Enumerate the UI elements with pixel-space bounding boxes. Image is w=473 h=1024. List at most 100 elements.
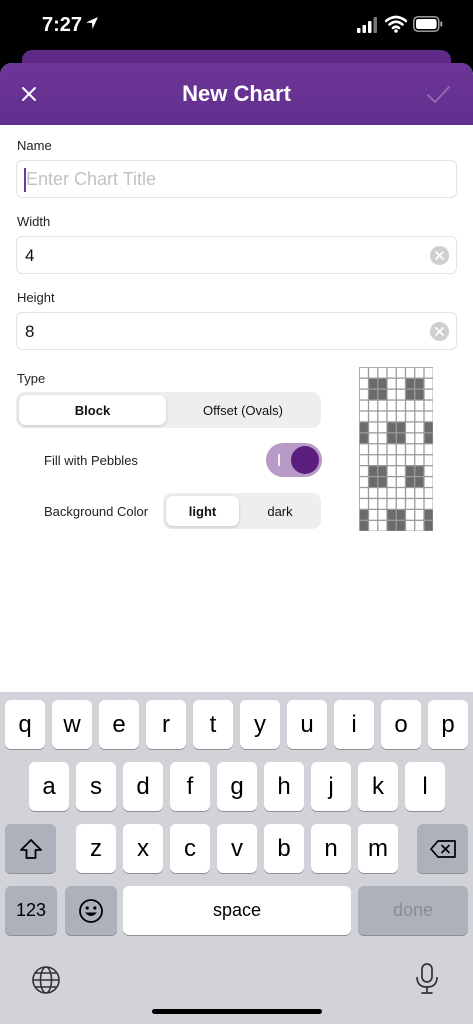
space-key[interactable]: space [123,886,351,935]
preview-cell [386,410,397,423]
preview-cell [377,454,388,466]
key-s[interactable]: s [76,762,116,811]
preview-cell [423,509,433,521]
preview-cell [377,520,388,531]
key-x[interactable]: x [123,824,163,873]
navigation-bar: New Chart [0,63,473,125]
key-a[interactable]: a [29,762,69,811]
key-p[interactable]: p [428,700,468,749]
key-r[interactable]: r [146,700,186,749]
preview-cell [368,487,378,499]
battery-icon [413,16,443,32]
preview-cell [423,487,433,499]
preview-cell [377,410,388,423]
preview-cell [359,399,369,412]
key-k[interactable]: k [358,762,398,811]
key-v[interactable]: v [217,824,257,873]
clear-width-icon[interactable] [430,246,449,265]
preview-cell [405,432,415,444]
height-input[interactable]: 8 [16,312,457,350]
preview-cell [396,388,406,401]
preview-cell [423,520,433,531]
preview-cell [414,509,425,521]
done-key[interactable]: done [358,886,468,935]
key-e[interactable]: e [99,700,139,749]
preview-cell [377,476,388,488]
clear-height-icon[interactable] [430,322,449,341]
preview-cell [386,498,397,510]
key-m[interactable]: m [358,824,398,873]
preview-cell [423,498,433,510]
preview-cell [414,432,425,444]
preview-cell [396,399,406,412]
preview-cell [377,498,388,510]
bg-option-light[interactable]: light [166,496,239,526]
preview-cell [405,487,415,499]
key-j[interactable]: j [311,762,351,811]
preview-cell [414,465,425,477]
preview-cell [386,509,397,521]
name-input[interactable]: Enter Chart Title [16,160,457,198]
preview-cell [396,520,406,531]
key-g[interactable]: g [217,762,257,811]
preview-cell [405,454,415,466]
key-l[interactable]: l [405,762,445,811]
preview-cell [368,454,378,466]
key-d[interactable]: d [123,762,163,811]
preview-cell [368,520,378,531]
type-label: Type [17,371,46,386]
preview-cell [423,443,433,455]
preview-cell [359,520,369,531]
type-option-block[interactable]: Block [19,395,166,425]
microphone-icon[interactable] [413,962,441,996]
backspace-key[interactable] [417,824,468,873]
key-z[interactable]: z [76,824,116,873]
key-y[interactable]: y [240,700,280,749]
page-title: New Chart [182,81,291,106]
type-option-offset[interactable]: Offset (Ovals) [168,395,318,425]
emoji-key[interactable] [65,886,117,935]
key-f[interactable]: f [170,762,210,811]
preview-cell [396,465,406,477]
key-b[interactable]: b [264,824,304,873]
checkmark-icon[interactable] [424,79,452,109]
key-n[interactable]: n [311,824,351,873]
preview-cell [359,454,369,466]
key-i[interactable]: i [334,700,374,749]
preview-cell [377,487,388,499]
bg-option-dark[interactable]: dark [242,496,318,526]
preview-cell [377,421,388,433]
key-q[interactable]: q [5,700,45,749]
preview-cell [368,378,378,390]
cellular-signal-icon [357,17,377,33]
preview-cell [386,465,397,477]
numbers-key[interactable]: 123 [5,886,57,935]
key-h[interactable]: h [264,762,304,811]
backspace-icon [429,839,456,858]
preview-cell [396,367,406,379]
key-t[interactable]: t [193,700,233,749]
preview-cell [423,410,433,423]
fill-pebbles-toggle[interactable] [266,443,322,477]
shift-icon [19,838,42,859]
width-input[interactable]: 4 [16,236,457,274]
preview-cell [368,410,378,423]
key-u[interactable]: u [287,700,327,749]
key-o[interactable]: o [381,700,421,749]
preview-cell [359,388,369,401]
preview-cell [386,454,397,466]
preview-cell [359,432,369,444]
name-placeholder: Enter Chart Title [26,169,157,189]
shift-key[interactable] [5,824,56,873]
key-c[interactable]: c [170,824,210,873]
chart-preview-grid [359,367,433,531]
preview-cell [414,443,425,455]
globe-icon[interactable] [31,965,61,995]
preview-cell [377,465,388,477]
preview-cell [405,388,415,401]
wifi-icon [385,15,407,33]
key-w[interactable]: w [52,700,92,749]
preview-cell [423,421,433,433]
status-time: 7:27 [42,14,83,36]
preview-cell [414,399,425,412]
